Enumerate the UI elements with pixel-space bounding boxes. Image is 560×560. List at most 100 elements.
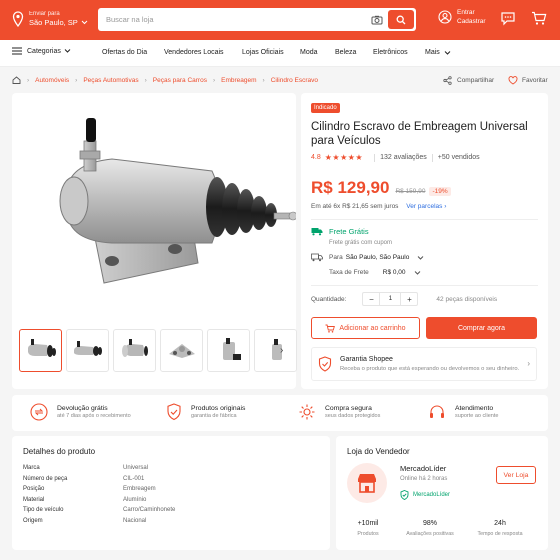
seller-title: Loja do Vendedor [347,447,410,456]
review-count[interactable]: 132 avaliações [380,154,427,161]
breadcrumb-pecas-carros[interactable]: Peças para Carros [153,77,207,84]
breadcrumb-pecas-automotivas[interactable]: Peças Automotivas [83,77,138,84]
search-input[interactable] [98,8,366,31]
chevron-down-icon [417,255,424,260]
shipping-fee-label: Taxa de Frete [329,269,369,276]
nav-ofertas[interactable]: Ofertas do Dia [102,49,147,56]
thumbnail[interactable] [19,329,62,372]
search-bar [98,8,416,31]
nav-beleza[interactable]: Beleza [335,49,356,56]
quantity-value[interactable]: 1 [379,293,402,305]
seller-stat: +10mil Produtos [338,520,398,537]
recommended-badge: Indicado [311,103,340,113]
store-icon[interactable] [347,463,387,503]
quantity-row: Quantidade: − 1 + 42 peças disponíveis [311,292,497,306]
quantity-label: Quantidade: [311,295,347,303]
search-button[interactable] [388,10,414,29]
feature-secure: Compra segura seus dados protegidos [298,403,380,421]
price-row: R$ 129,90 R$ 159,90 -19% [311,178,451,198]
spec-key: Origem [23,517,43,524]
spec-table: Marca Universal Número de peça CIL-001 Pos… [23,465,323,529]
chevron-down-icon [64,49,71,53]
product-info: Indicado Cilindro Escravo de Embreagem U… [301,93,548,389]
buy-now-button[interactable]: Comprar agora [426,317,537,339]
breadcrumb-embreagem[interactable]: Embreagem [221,77,256,84]
chevron-right-icon[interactable]: › [280,345,283,356]
nav-moda[interactable]: Moda [300,49,318,56]
favorite-button[interactable]: Favoritar [508,76,548,85]
chevron-right-icon: › [527,359,530,368]
product-main-image[interactable] [12,93,296,323]
delivery-location[interactable]: Enviar para São Paulo, SP [12,9,88,29]
spec-key: Posição [23,486,45,493]
spec-row: Material Alumínio [23,497,323,508]
nav-more[interactable]: Mais [425,49,451,56]
share-button[interactable]: Compartilhar [443,76,494,85]
thumbnail[interactable] [207,329,250,372]
feature-title: Devolução grátis [57,405,108,412]
thumbnail[interactable] [254,329,297,372]
categories-menu[interactable]: Categorias [12,47,71,55]
spec-key: Material [23,496,45,503]
share-label: Compartilhar [457,77,495,84]
guarantee-box[interactable]: Garantia Shopee Receba o produto que est… [311,347,537,381]
add-to-cart-button[interactable]: Adicionar ao carrinho [311,317,420,339]
feature-title: Produtos originais [191,405,246,412]
feature-title: Atendimento [455,405,494,412]
spec-row: Posição Embreagem [23,486,323,497]
thumbnail-image [271,338,282,360]
camera-icon[interactable] [366,8,388,31]
spec-key: Tipo de veículo [23,507,64,514]
breadcrumb-cilindro-escravo[interactable]: Cilindro Escravo [271,77,318,84]
thumbnail[interactable] [66,329,109,372]
spec-row: Tipo de veículo Carro/Caminhonete [23,507,323,518]
spec-value: Universal [123,465,149,471]
stat-value: 24h [494,520,506,527]
stock-available: 42 peças disponíveis [436,295,498,303]
breadcrumb-automoveis[interactable]: Automóveis [35,77,69,84]
installments-text: Em até 6x R$ 21,65 sem juros [311,203,399,210]
signup-link[interactable]: Cadastrar [457,17,486,26]
thumbnail[interactable] [160,329,203,372]
seller-stat: 98% Avaliações positivas [400,520,460,537]
current-price: R$ 129,90 [311,178,390,197]
installments-row: Em até 6x R$ 21,65 sem juros Ver parcela… [311,203,446,210]
stat-label: Produtos [357,531,379,537]
thumbnail-strip [19,329,301,372]
login-area[interactable]: Entrar Cadastrar [438,8,486,26]
location-pin-icon [12,11,24,27]
nav-lojas-oficiais[interactable]: Lojas Oficiais [242,49,284,56]
truck-icon [311,228,323,236]
cart-icon[interactable] [531,11,547,28]
seller-stat: 24h Tempo de resposta [470,520,530,537]
chevron-down-icon [414,270,420,275]
increase-quantity-button[interactable]: + [401,295,417,304]
ship-to-row[interactable]: Para São Paulo, São Paulo [311,253,424,262]
decrease-quantity-button[interactable]: − [363,295,379,304]
shield-check-icon [318,356,332,372]
shipping-fee-row: Taxa de Frete R$ 0,00 [329,269,421,276]
spec-value: Carro/Caminhonete [123,507,176,514]
feature-title: Compra segura [325,405,372,412]
free-shipping-sub: Frete grátis com cupom [329,240,393,246]
stat-label: Tempo de resposta [477,531,523,537]
chat-icon[interactable] [500,11,516,28]
product-gallery: › [12,93,297,389]
thumbnail[interactable] [113,329,156,372]
login-link[interactable]: Entrar [457,8,486,17]
seller-name[interactable]: MercadoLíder [400,464,446,473]
view-store-button[interactable]: Ver Loja [496,466,536,484]
buy-now-label: Comprar agora [457,324,506,332]
gear-icon [299,404,315,420]
nav-eletronicos[interactable]: Eletrônicos [373,49,408,56]
headset-icon [430,405,444,418]
seller-badge: MercadoLíder [400,490,450,500]
home-icon[interactable] [12,76,21,84]
sold-count: +50 vendidos [437,154,480,161]
nav-vendedores-locais[interactable]: Vendedores Locais [164,49,224,56]
top-header: Enviar para São Paulo, SP Entrar Cadastr… [0,0,560,40]
installments-link[interactable]: Ver parcelas › [406,203,446,210]
nav-more-label: Mais [425,49,440,56]
categories-label: Categorias [27,47,61,55]
spec-value: Alumínio [123,496,147,503]
